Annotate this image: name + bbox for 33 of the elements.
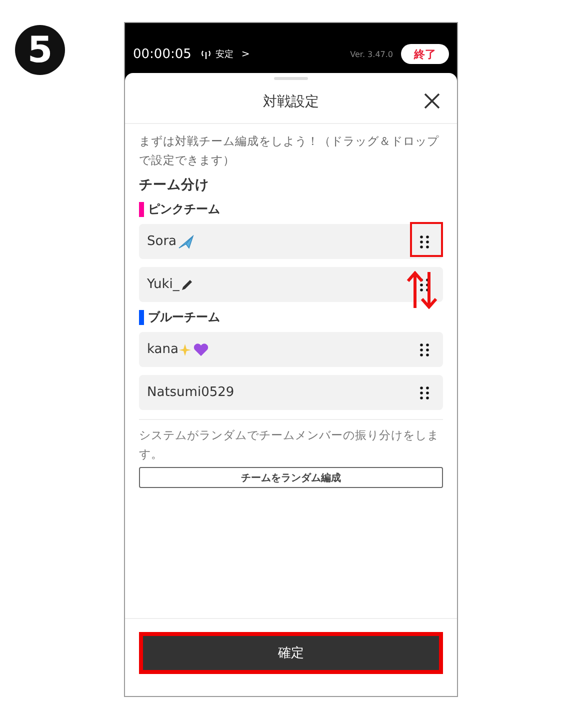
member-row[interactable]: Yuki_ — [139, 267, 443, 302]
drag-handle-icon[interactable] — [420, 386, 429, 400]
team-name: ピンクチーム — [148, 200, 220, 218]
member-name: kana — [147, 342, 178, 357]
timer: 00:00:05 — [133, 46, 192, 62]
member-name: Natsumi0529 — [147, 385, 234, 400]
intro-text: まずは対戦チーム編成をしよう！（ドラッグ＆ドロップで設定できます） — [139, 133, 440, 169]
member-row[interactable]: Sora — [139, 224, 443, 259]
confirm-button[interactable]: 確定 — [143, 636, 439, 670]
pencil-icon — [180, 278, 194, 292]
chevron[interactable]: > — [241, 48, 250, 60]
end-button[interactable]: 終了 — [401, 44, 449, 64]
member-name: Sora — [147, 234, 177, 249]
version-label: Ver. 3.47.0 — [350, 50, 393, 58]
step-badge: 5 — [15, 25, 65, 75]
member-row[interactable]: Natsumi0529 — [139, 375, 443, 410]
drag-handle-icon[interactable] — [420, 342, 429, 356]
sheet-handle[interactable] — [274, 77, 308, 80]
member-name: Yuki_ — [147, 277, 180, 292]
random-note: システムがランダムでチームメンバーの振り分けをします。 — [139, 427, 440, 463]
random-team-button[interactable]: チームをランダム編成 — [139, 467, 443, 488]
team-name: ブルーチーム — [148, 308, 220, 326]
drag-handle-icon[interactable] — [420, 234, 429, 248]
close-icon[interactable] — [424, 93, 440, 109]
heart-icon — [193, 342, 210, 356]
sparkle-icon — [179, 342, 192, 356]
airplane-icon — [178, 234, 194, 248]
connection-status: 安定 — [215, 48, 234, 60]
signal-icon — [201, 50, 212, 58]
member-row[interactable]: kana — [139, 332, 443, 367]
sheet-title: 対戦設定 — [263, 92, 319, 110]
drag-handle-icon[interactable] — [420, 278, 429, 292]
section-title: チーム分け — [139, 176, 210, 194]
